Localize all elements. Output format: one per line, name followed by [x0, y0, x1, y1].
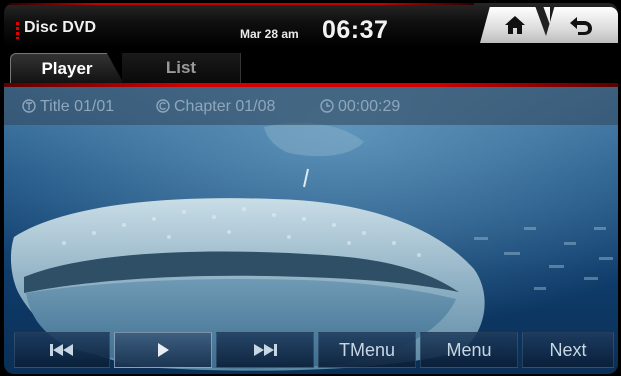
home-icon [505, 16, 525, 34]
header-accent-line [4, 3, 474, 5]
tab-list[interactable]: List [122, 53, 241, 83]
menu-button[interactable]: Menu [420, 332, 518, 368]
skip-next-icon [254, 344, 277, 356]
chapter-icon [156, 99, 170, 113]
elapsed-info: 00:00:29 [320, 98, 400, 116]
skip-previous-icon [50, 344, 73, 356]
source-indicator-icon [16, 22, 19, 39]
tab-bar: Player List [4, 47, 618, 87]
chapter-info: Chapter 01/08 [156, 98, 275, 116]
elapsed-time: 00:00:29 [338, 98, 401, 115]
top-buttons [480, 3, 618, 47]
chapter-number: Chapter 01/08 [174, 98, 276, 115]
tmenu-button[interactable]: TMenu [318, 332, 416, 368]
play-button[interactable] [114, 332, 212, 368]
next-chapter-button[interactable] [216, 332, 314, 368]
clock-time: 06:37 [322, 16, 389, 44]
next-button[interactable]: Next [522, 332, 614, 368]
title-info: Title 01/01 [22, 98, 114, 116]
title-number: Title 01/01 [40, 98, 115, 115]
title-icon [22, 99, 36, 113]
back-arrow-icon [570, 17, 592, 35]
dvd-player-screen: Disc DVD Mar 28 am 06:37 Player List Tit… [4, 3, 618, 374]
playback-controls: TMenu Menu Next [4, 330, 618, 374]
source-title: Disc DVD [24, 19, 97, 36]
date-label: Mar 28 am [240, 27, 299, 41]
back-button[interactable] [544, 7, 618, 43]
playback-info-bar: Title 01/01 Chapter 01/08 00:00:29 [4, 87, 618, 125]
header-bar: Disc DVD Mar 28 am 06:37 [4, 3, 618, 47]
previous-button[interactable] [14, 332, 110, 368]
play-icon [158, 343, 169, 357]
clock-icon [320, 99, 334, 113]
tab-player[interactable]: Player [10, 53, 124, 84]
